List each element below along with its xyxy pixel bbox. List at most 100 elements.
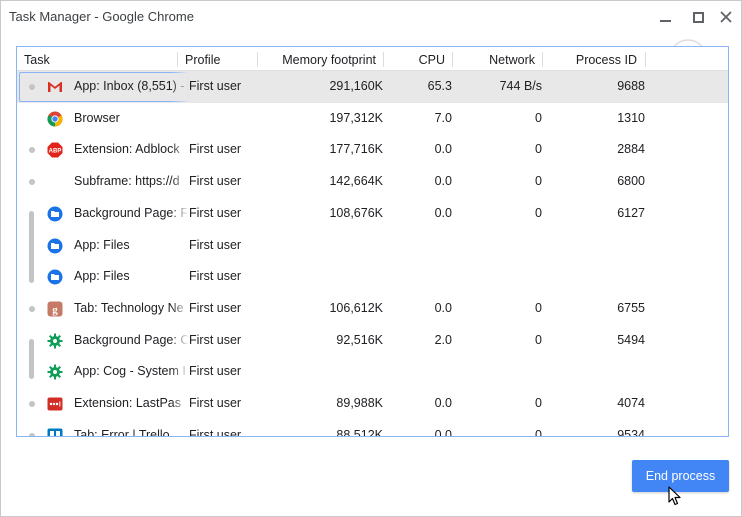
network-cell: 0 (535, 174, 542, 189)
column-header-profile[interactable]: Profile (185, 47, 220, 71)
table-row[interactable]: App: Files First user (17, 229, 728, 262)
table-row[interactable]: g Tab: Technology Ne First user 106,612K… (17, 292, 728, 325)
table-row[interactable]: App: Inbox (8,551) - First user 291,160K… (17, 71, 728, 103)
memory-cell: 92,516K (336, 332, 383, 347)
network-cell: 0 (535, 300, 542, 315)
column-header-task[interactable]: Task (24, 47, 50, 71)
cpu-cell: 0.0 (434, 205, 452, 220)
cog-gear-icon (47, 333, 63, 349)
task-name: Tab: Technology Ne (74, 292, 189, 325)
process-dot (29, 432, 35, 436)
process-id-cell: 6127 (617, 205, 645, 220)
memory-cell: 142,664K (329, 174, 383, 189)
column-header-process-id[interactable]: Process ID (544, 47, 637, 71)
close-button[interactable] (714, 7, 738, 27)
network-cell: 744 B/s (499, 79, 542, 93)
process-id-cell: 6800 (617, 174, 645, 189)
table-row[interactable]: Background Page: F First user 108,676K 0… (17, 197, 728, 230)
memory-cell: 106,612K (329, 300, 383, 315)
process-id-cell: 6755 (617, 300, 645, 315)
adblock-icon: ABP (47, 142, 63, 158)
profile-cell: First user (189, 237, 242, 252)
column-divider[interactable] (645, 52, 646, 67)
table-header: Task Profile Memory footprint CPU Networ… (17, 47, 728, 71)
profile-cell: First user (189, 174, 242, 189)
column-header-network[interactable]: Network (454, 47, 535, 71)
task-name: Extension: LastPas (74, 388, 189, 420)
task-name: App: Files (74, 229, 189, 262)
site-g-icon: g (47, 301, 63, 317)
table-row[interactable]: Tab: Error | Trello First user 88,512K 0… (17, 419, 728, 437)
profile-cell: First user (189, 142, 242, 157)
cpu-cell: 0.0 (434, 427, 452, 437)
table-row[interactable]: Background Page: C First user 92,516K 2.… (17, 324, 728, 357)
process-id-cell (544, 261, 645, 293)
table-row[interactable]: ABP Extension: Adblock First user 177,71… (17, 134, 728, 166)
memory-cell (275, 261, 383, 293)
profile-cell: First user (189, 396, 242, 410)
gmail-icon (48, 82, 62, 92)
process-id-cell (544, 356, 645, 388)
files-folder-icon (47, 238, 63, 253)
table-row[interactable]: Subframe: https://d First user 142,664K … (17, 166, 728, 198)
network-cell (454, 261, 542, 293)
cpu-cell (385, 261, 452, 293)
process-dot (29, 84, 35, 90)
column-header-memory[interactable]: Memory footprint (275, 47, 376, 71)
memory-cell: 88,512K (336, 427, 383, 437)
process-id-cell: 4074 (617, 396, 645, 410)
profile-cell (189, 103, 269, 135)
cpu-cell: 2.0 (434, 332, 452, 347)
table-row[interactable]: App: Cog - System I First user (17, 356, 728, 388)
profile-cell: First user (189, 269, 242, 284)
minimize-button[interactable] (653, 7, 677, 27)
svg-text:ABP: ABP (49, 149, 62, 155)
cpu-cell: 0.0 (434, 300, 452, 315)
process-id-cell: 1310 (617, 110, 645, 125)
network-cell: 0 (535, 110, 542, 125)
task-name: Background Page: C (74, 324, 189, 357)
process-id-cell: 5494 (617, 332, 645, 347)
network-cell (454, 230, 542, 262)
memory-cell: 177,716K (329, 142, 383, 157)
files-folder-icon (47, 206, 63, 222)
profile-cell: First user (189, 300, 242, 315)
cog-gear-icon (47, 364, 63, 380)
column-divider[interactable] (452, 52, 453, 67)
memory-cell (275, 356, 383, 388)
trello-icon (47, 428, 63, 436)
memory-cell: 197,312K (329, 110, 383, 125)
chrome-icon (47, 111, 63, 127)
vertical-scrollbar[interactable] (726, 71, 728, 436)
process-id-cell: 9534 (617, 427, 645, 437)
column-divider[interactable] (177, 52, 178, 67)
column-divider[interactable] (383, 52, 384, 67)
task-name: App: Inbox (8,551) - (74, 71, 189, 103)
network-cell (454, 356, 542, 388)
memory-cell: 291,160K (329, 79, 383, 93)
process-dot (29, 179, 35, 186)
profile-cell: First user (189, 364, 242, 379)
maximize-button[interactable] (686, 7, 710, 27)
profile-cell: First user (189, 79, 242, 93)
process-id-cell (544, 230, 645, 262)
table-row[interactable]: Extension: LastPas First user 89,988K 0.… (17, 388, 728, 420)
column-divider[interactable] (542, 52, 543, 67)
title-bar[interactable]: Task Manager - Google Chrome (1, 1, 742, 35)
cpu-cell: 0.0 (434, 174, 452, 189)
network-cell: 0 (535, 427, 542, 437)
table-row[interactable]: App: Files First user (17, 261, 728, 293)
process-table[interactable]: Task Profile Memory footprint CPU Networ… (16, 46, 729, 437)
cpu-cell: 0.0 (434, 142, 452, 157)
task-name: Extension: Adblock (74, 134, 189, 166)
memory-cell (275, 230, 383, 262)
profile-cell: First user (189, 205, 242, 220)
column-divider[interactable] (257, 52, 258, 67)
cpu-cell (385, 230, 452, 262)
lastpass-icon (47, 397, 63, 411)
cpu-cell: 0.0 (434, 396, 452, 410)
table-row[interactable]: Browser 197,312K 7.0 0 1310 (17, 102, 728, 135)
column-header-cpu[interactable]: CPU (385, 47, 445, 71)
task-name: App: Files (74, 261, 189, 293)
memory-cell: 89,988K (336, 396, 383, 410)
